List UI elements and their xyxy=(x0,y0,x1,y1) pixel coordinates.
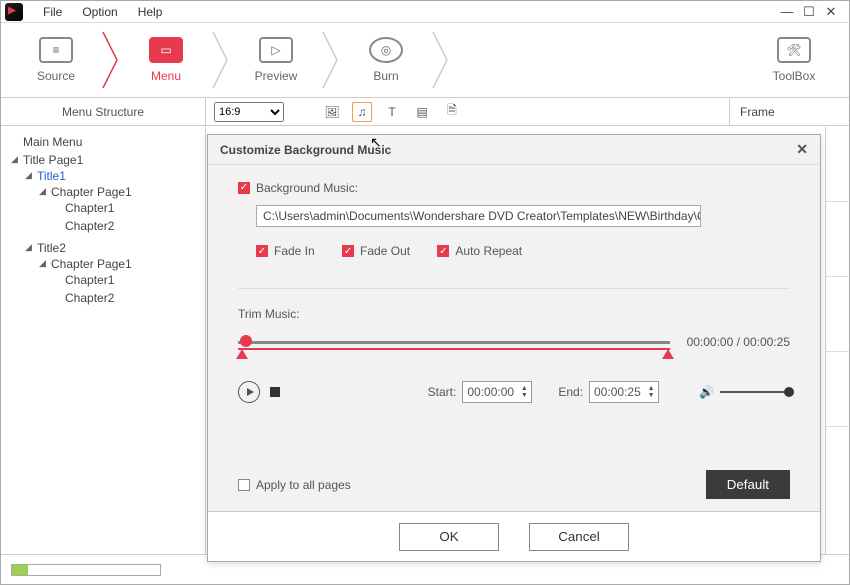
tree-chapter-page1b[interactable]: ◢Chapter Page1 Chapter1 Chapter2 xyxy=(51,255,197,309)
frame-thumb[interactable] xyxy=(826,352,849,427)
step-arrow xyxy=(101,23,121,98)
fade-in-checkbox[interactable]: ✓Fade In xyxy=(256,244,315,258)
toolbox-icon: 🛠 xyxy=(777,37,811,63)
speaker-icon: 🔊 xyxy=(699,385,714,399)
step-menu[interactable]: ▭ Menu xyxy=(121,23,211,98)
window-controls: — ☐ ✕ xyxy=(779,4,845,20)
tree-chapter-page1[interactable]: ◢Chapter Page1 Chapter1 Chapter2 xyxy=(51,183,197,237)
step-preview[interactable]: ▷ Preview xyxy=(231,23,321,98)
dialog-title-bar: Customize Background Music ✕ xyxy=(208,135,820,165)
burn-icon: ◎ xyxy=(369,37,403,63)
source-icon: ≡ xyxy=(39,37,73,63)
dialog-footer: OK Cancel xyxy=(208,511,820,561)
step-label: Preview xyxy=(255,69,298,83)
tree-title-page1[interactable]: ◢Title Page1 ◢Title1 ◢Chapter Page1 Chap… xyxy=(23,151,197,313)
step-source[interactable]: ≡ Source xyxy=(11,23,101,98)
ok-button[interactable]: OK xyxy=(399,523,499,551)
spinner-icon[interactable]: ▲▼ xyxy=(519,383,529,401)
stop-button[interactable] xyxy=(270,387,280,397)
play-button[interactable] xyxy=(238,381,260,403)
trim-rail xyxy=(238,341,670,344)
bg-music-label: Background Music: xyxy=(256,181,358,195)
menu-help[interactable]: Help xyxy=(128,2,173,22)
step-burn[interactable]: ◎ Burn xyxy=(341,23,431,98)
trim-music-label: Trim Music: xyxy=(238,307,790,321)
menu-file[interactable]: File xyxy=(33,2,72,22)
aspect-dropdown[interactable]: 16:9 xyxy=(214,102,284,122)
step-label: Source xyxy=(37,69,75,83)
end-label: End: xyxy=(558,385,583,399)
step-arrow xyxy=(321,23,341,98)
apply-all-checkbox[interactable]: ✓Apply to all pages xyxy=(238,478,351,492)
volume-slider[interactable] xyxy=(720,391,790,393)
close-button[interactable]: ✕ xyxy=(823,4,839,20)
music-path-field[interactable]: C:\Users\admin\Documents\Wondershare DVD… xyxy=(256,205,701,227)
trim-fill xyxy=(238,348,670,350)
app-logo xyxy=(5,3,23,21)
auto-repeat-checkbox[interactable]: ✓Auto Repeat xyxy=(437,244,522,258)
check-icon: ✓ xyxy=(238,182,250,194)
start-label: Start: xyxy=(428,385,457,399)
volume-control[interactable]: 🔊 xyxy=(699,385,790,399)
step-label: Menu xyxy=(151,69,181,83)
trim-end-handle[interactable] xyxy=(662,349,674,359)
step-toolbar: ≡ Source ▭ Menu ▷ Preview ◎ Burn 🛠 ToolB… xyxy=(1,23,849,98)
menu-structure-header: Menu Structure xyxy=(1,98,206,125)
menu-option[interactable]: Option xyxy=(72,2,127,22)
frame-panel-header: Frame xyxy=(729,98,849,125)
step-label: Burn xyxy=(373,69,398,83)
step-label: ToolBox xyxy=(773,69,816,83)
fade-out-checkbox[interactable]: ✓Fade Out xyxy=(342,244,410,258)
bg-music-checkbox[interactable]: ✓ Background Music: xyxy=(238,181,358,195)
image-icon[interactable]: 🖼 xyxy=(322,102,342,122)
aspect-ratio-select[interactable]: 16:9 xyxy=(206,98,292,125)
menubar: File Option Help — ☐ ✕ xyxy=(1,1,849,23)
step-arrow xyxy=(431,23,451,98)
trim-start-handle[interactable] xyxy=(236,349,248,359)
template-icon[interactable]: 🗎 xyxy=(442,102,462,122)
tree-chapter1b[interactable]: Chapter1 xyxy=(65,271,197,289)
spinner-icon[interactable]: ▲▼ xyxy=(646,383,656,401)
frame-thumb[interactable] xyxy=(826,277,849,352)
step-toolbox[interactable]: 🛠 ToolBox xyxy=(749,23,839,98)
chapter-icon[interactable]: ▤ xyxy=(412,102,432,122)
secondary-toolbar: Menu Structure 16:9 🖼 ♫ T ▤ 🗎 Frame xyxy=(1,98,849,126)
frame-sidebar xyxy=(825,127,849,554)
tree-chapter2[interactable]: Chapter2 xyxy=(65,217,197,235)
dialog-close-icon[interactable]: ✕ xyxy=(796,141,808,158)
disc-usage-bar xyxy=(11,564,161,576)
start-time-input[interactable]: 00:00:00▲▼ xyxy=(462,381,532,403)
minimize-button[interactable]: — xyxy=(779,4,795,20)
end-time-input[interactable]: 00:00:25▲▼ xyxy=(589,381,659,403)
customize-bg-music-dialog: Customize Background Music ✕ ✓ Backgroun… xyxy=(207,134,821,562)
cancel-button[interactable]: Cancel xyxy=(529,523,629,551)
tree-title1[interactable]: ◢Title1 ◢Chapter Page1 Chapter1 Chapter2 xyxy=(37,167,197,239)
step-arrow xyxy=(211,23,231,98)
tree-chapter1[interactable]: Chapter1 xyxy=(65,199,197,217)
text-icon[interactable]: T xyxy=(382,102,402,122)
maximize-button[interactable]: ☐ xyxy=(801,4,817,20)
dialog-title: Customize Background Music xyxy=(220,143,391,157)
music-icon[interactable]: ♫ xyxy=(352,102,372,122)
divider xyxy=(238,288,790,289)
trim-timecode: 00:00:00 / 00:00:25 xyxy=(687,335,790,349)
default-button[interactable]: Default xyxy=(706,470,790,499)
preview-icon: ▷ xyxy=(259,37,293,63)
menu-tool-icons: 🖼 ♫ T ▤ 🗎 xyxy=(292,98,462,125)
tree-chapter2b[interactable]: Chapter2 xyxy=(65,289,197,307)
tree-main-menu[interactable]: Main Menu xyxy=(23,133,197,151)
frame-thumb[interactable] xyxy=(826,202,849,277)
frame-thumb[interactable] xyxy=(826,127,849,202)
menu-structure-tree: Main Menu ◢Title Page1 ◢Title1 ◢Chapter … xyxy=(1,127,206,554)
trim-slider[interactable]: 00:00:00 / 00:00:25 xyxy=(238,333,790,359)
trim-playhead[interactable] xyxy=(240,335,252,347)
tree-title2[interactable]: ◢Title2 ◢Chapter Page1 Chapter1 Chapter2 xyxy=(37,239,197,311)
menu-icon: ▭ xyxy=(149,37,183,63)
